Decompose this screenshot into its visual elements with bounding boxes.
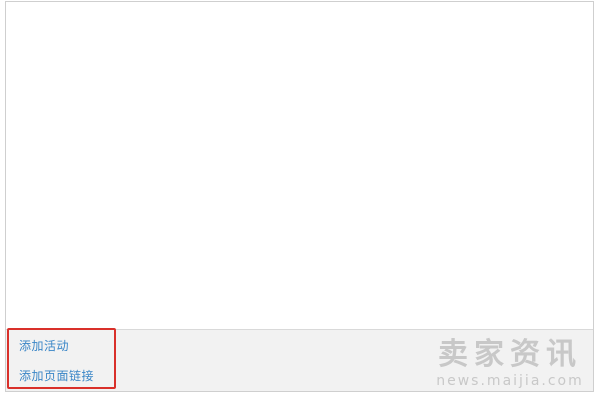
add-activity-link[interactable]: 添加活动 <box>19 337 69 354</box>
content-area[interactable] <box>6 2 593 330</box>
add-page-link-link[interactable]: 添加页面链接 <box>19 367 94 384</box>
